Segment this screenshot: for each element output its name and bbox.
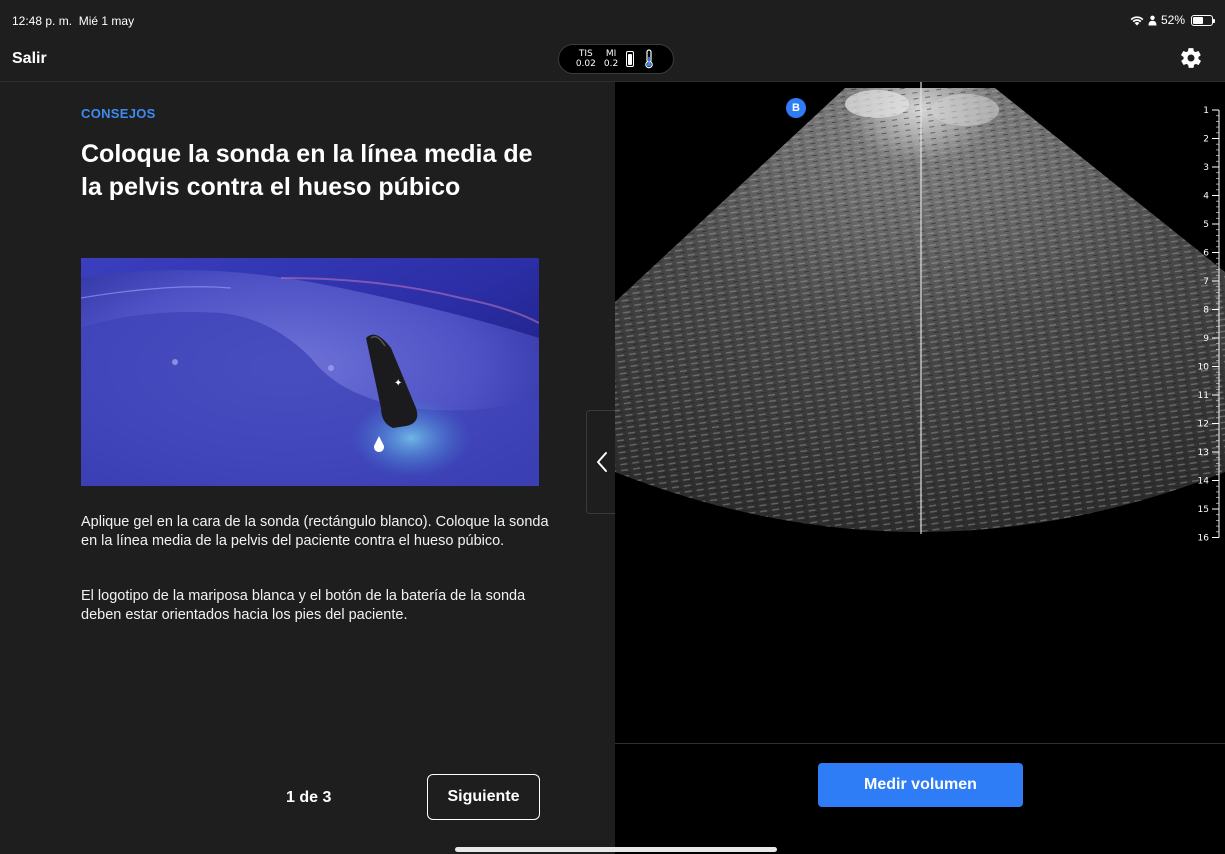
depth-label: 15 — [1198, 505, 1209, 515]
tis-label: TIS — [578, 49, 593, 59]
divider — [615, 743, 1225, 744]
tip-body-gel: Aplique gel en la cara de la sonda (rect… — [81, 514, 549, 549]
depth-label: 14 — [1198, 477, 1210, 487]
status-time-text: 12:48 p. m. — [12, 14, 73, 28]
tis-indicator: TIS 0.02 — [576, 49, 596, 69]
depth-label: 8 — [1203, 306, 1209, 316]
battery-icon — [1191, 14, 1215, 26]
tips-panel: CONSEJOS Coloque la sonda en la línea me… — [0, 82, 615, 824]
probe-indicators[interactable]: TIS 0.02 MI 0.2 — [558, 44, 674, 74]
scan-panel: B 1 2 3 4 5 6 7 8 9 10 11 12 13 14 15 16 Medir volumen — [615, 82, 1225, 824]
probe-battery-icon — [626, 51, 635, 67]
home-indicator[interactable] — [455, 847, 777, 852]
mi-label: MI — [605, 49, 617, 59]
status-time: 12:48 p. m. Mié 1 may — [12, 14, 134, 28]
ultrasound-image[interactable] — [615, 82, 1225, 542]
thermometer-icon — [645, 49, 653, 69]
mi-value: 0.2 — [603, 59, 619, 69]
battery-percent: 52% — [1160, 13, 1185, 27]
collapse-tips-button[interactable] — [586, 410, 616, 514]
depth-label: 3 — [1203, 163, 1209, 173]
depth-label: 2 — [1203, 135, 1209, 145]
depth-label: 7 — [1203, 277, 1209, 287]
depth-label: 11 — [1198, 391, 1209, 401]
tip-body-orientation: El logotipo de la mariposa blanca y el b… — [81, 588, 526, 623]
chevron-left-icon — [596, 452, 607, 472]
page-indicator: 1 de 3 — [286, 789, 332, 806]
depth-label: 10 — [1198, 363, 1210, 373]
person-icon — [1148, 15, 1157, 25]
depth-scale: 12345678910111213141516 — [1198, 106, 1220, 544]
mi-indicator: MI 0.2 — [604, 49, 618, 69]
depth-label: 6 — [1203, 249, 1209, 259]
status-bar: 12:48 p. m. Mié 1 may 52% — [0, 0, 1225, 34]
measure-volume-button[interactable]: Medir volumen — [818, 763, 1023, 807]
wifi-icon — [1130, 15, 1144, 25]
probe-placement-illustration: ✦ — [81, 258, 539, 486]
tip-title: Coloque la sonda en la línea media de la… — [81, 140, 533, 201]
status-date-text: Mié 1 may — [78, 14, 135, 28]
depth-label: 13 — [1198, 448, 1209, 458]
depth-label: 12 — [1198, 420, 1209, 430]
svg-text:✦: ✦ — [394, 378, 402, 389]
gear-icon[interactable] — [1179, 46, 1203, 70]
nav-bar: Salir TIS 0.02 MI 0.2 — [0, 34, 1225, 82]
next-button[interactable]: Siguiente — [427, 774, 540, 820]
depth-label: 9 — [1203, 334, 1209, 344]
mode-badge: B — [786, 98, 806, 118]
depth-label: 4 — [1203, 192, 1209, 202]
exit-button[interactable]: Salir — [12, 50, 47, 68]
tis-value: 0.02 — [575, 59, 596, 69]
depth-label: 16 — [1198, 534, 1210, 544]
tips-section-label: CONSEJOS — [81, 106, 156, 121]
depth-label: 5 — [1203, 220, 1209, 230]
depth-label: 1 — [1203, 106, 1209, 116]
status-right: 52% — [1130, 13, 1215, 27]
